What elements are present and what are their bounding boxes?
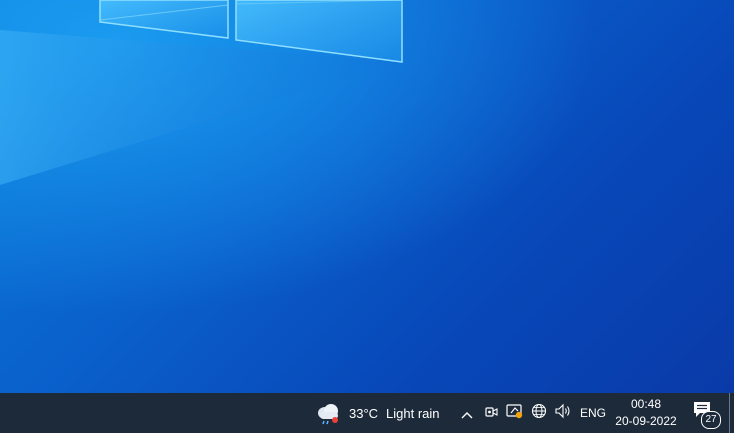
- meet-now-button[interactable]: [481, 393, 501, 433]
- desktop: [0, 0, 734, 393]
- taskbar: 33°C Light rain ENG 00:48 20-09-2022 27: [0, 393, 734, 433]
- volume-button[interactable]: [552, 393, 574, 433]
- network-button[interactable]: [529, 393, 549, 433]
- taskbar-clock[interactable]: 00:48 20-09-2022: [612, 393, 680, 433]
- speaker-volume-icon: [554, 403, 572, 423]
- windows-security-icon: [506, 403, 524, 423]
- show-desktop-button[interactable]: [729, 393, 730, 433]
- meet-now-icon: [484, 404, 498, 423]
- input-language-indicator[interactable]: ENG: [578, 393, 608, 433]
- weather-condition: Light rain: [386, 405, 440, 421]
- windows-logo-wallpaper: [0, 0, 403, 185]
- show-hidden-icons-button[interactable]: [456, 393, 478, 433]
- cloud-rain-icon: [315, 401, 341, 425]
- clock-date: 20-09-2022: [615, 414, 677, 428]
- globe-network-icon: [531, 403, 547, 423]
- windows-security-button[interactable]: [505, 393, 525, 433]
- action-center-button[interactable]: 27: [688, 393, 722, 433]
- weather-widget[interactable]: 33°C Light rain: [311, 393, 450, 433]
- weather-temperature: 33°C: [349, 405, 379, 421]
- chevron-up-icon: [461, 404, 473, 423]
- notification-count-badge: 27: [701, 411, 721, 429]
- clock-time: 00:48: [630, 397, 662, 411]
